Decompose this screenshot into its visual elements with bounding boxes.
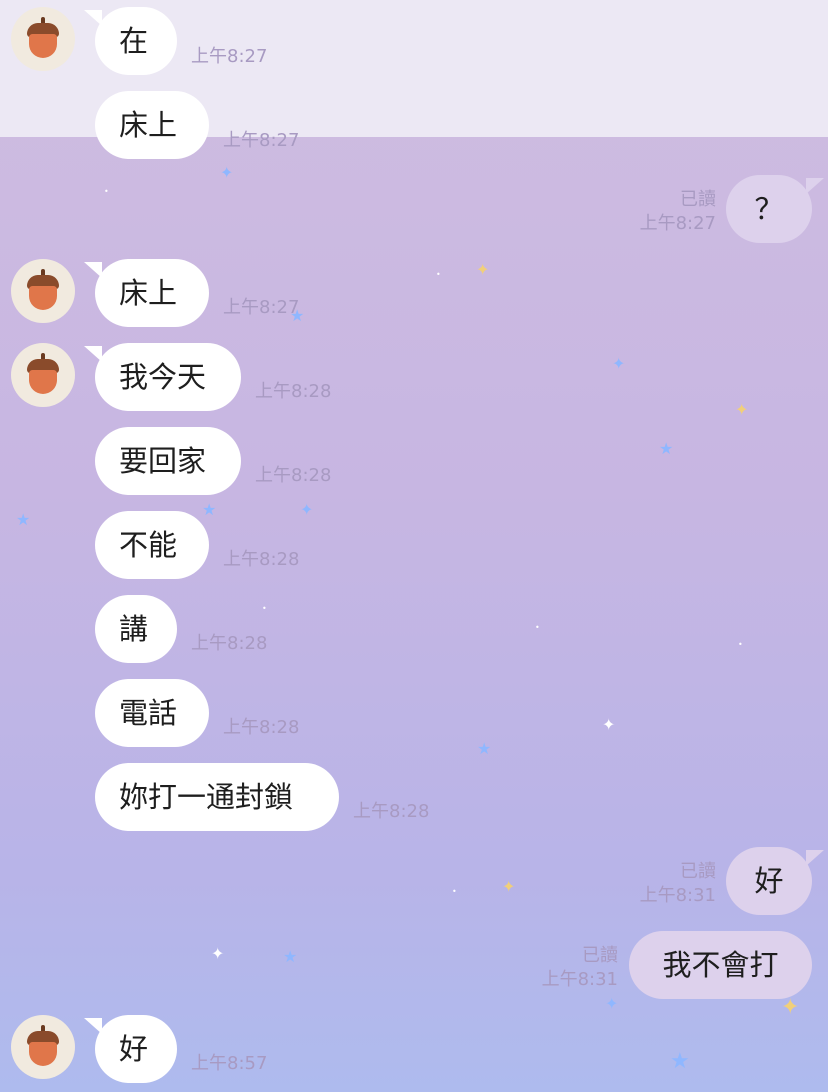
bubble-tail: [806, 178, 824, 194]
chat-area[interactable]: 在 上午8:27 床上 上午8:27 已讀 上午8:27 ？ 床上 上午8:27…: [0, 0, 828, 1092]
timestamp: 上午8:28: [223, 717, 300, 738]
message-bubble[interactable]: 床上: [95, 259, 209, 327]
timestamp: 上午8:31: [639, 885, 716, 906]
message-bubble[interactable]: 妳打一通封鎖: [95, 763, 339, 831]
message-bubble[interactable]: 好: [726, 847, 812, 915]
acorn-avatar-icon[interactable]: [11, 1015, 75, 1079]
timestamp: 上午8:31: [541, 969, 618, 990]
read-receipt: 已讀: [582, 945, 618, 966]
bubble-tail: [806, 850, 824, 866]
timestamp: 上午8:28: [353, 801, 430, 822]
timestamp: 上午8:27: [639, 213, 716, 234]
acorn-avatar-icon[interactable]: [11, 7, 75, 71]
message-bubble[interactable]: 在: [95, 7, 177, 75]
timestamp: 上午8:27: [223, 130, 300, 151]
message-bubble[interactable]: 好: [95, 1015, 177, 1083]
message-bubble[interactable]: 不能: [95, 511, 209, 579]
timestamp: 上午8:28: [223, 549, 300, 570]
message-bubble[interactable]: ？: [726, 175, 812, 243]
read-receipt: 已讀: [680, 189, 716, 210]
message-bubble[interactable]: 床上: [95, 91, 209, 159]
timestamp: 上午8:27: [223, 297, 300, 318]
message-bubble[interactable]: 要回家: [95, 427, 241, 495]
timestamp: 上午8:28: [191, 633, 268, 654]
timestamp: 上午8:27: [191, 46, 268, 67]
message-bubble[interactable]: 我不會打: [629, 931, 812, 999]
message-bubble[interactable]: 電話: [95, 679, 209, 747]
acorn-avatar-icon[interactable]: [11, 259, 75, 323]
timestamp: 上午8:57: [191, 1053, 268, 1074]
read-receipt: 已讀: [680, 861, 716, 882]
message-bubble[interactable]: 講: [95, 595, 177, 663]
acorn-avatar-icon[interactable]: [11, 343, 75, 407]
message-bubble[interactable]: 我今天: [95, 343, 241, 411]
timestamp: 上午8:28: [255, 381, 332, 402]
timestamp: 上午8:28: [255, 465, 332, 486]
